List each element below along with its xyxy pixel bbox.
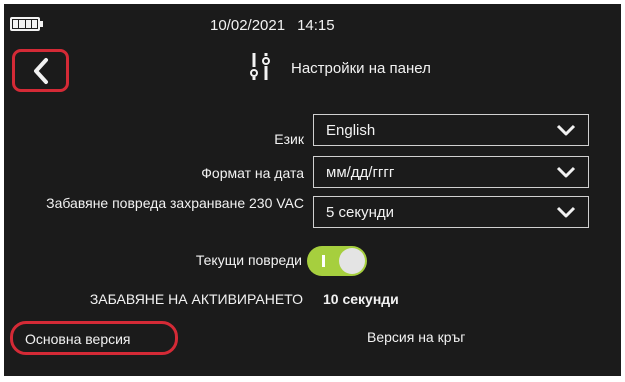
toggle-on-mark xyxy=(322,255,325,267)
circuit-version-label: Версия на кръг xyxy=(367,329,466,345)
activation-delay-label: ЗАБАВЯНЕ НА АКТИВИРАНЕТО xyxy=(89,291,303,307)
page-title: Настройки на панел xyxy=(291,60,431,77)
control-panel-screen: 10/02/2021 14:15 Настройки на панел Език … xyxy=(4,4,621,376)
chevron-down-icon xyxy=(556,206,576,218)
status-datetime: 10/02/2021 14:15 xyxy=(210,17,390,34)
date-format-select[interactable]: мм/дд/гггг xyxy=(313,156,589,188)
circuit-version-button[interactable]: Версия на кръг xyxy=(367,329,465,345)
chevron-left-icon xyxy=(33,57,48,84)
battery-full-icon xyxy=(10,17,43,31)
fault-delay-label: Забавяне повреда захранване 230 VAC xyxy=(46,195,304,211)
toggle-knob xyxy=(339,248,365,274)
language-label: Език xyxy=(274,131,304,147)
date-format-label: Формат на дата xyxy=(201,165,304,181)
fault-delay-select[interactable]: 5 секунди xyxy=(313,196,589,228)
activation-delay-value[interactable]: 10 секунди xyxy=(323,291,399,307)
date-format-value: мм/дд/гггг xyxy=(326,163,395,181)
language-select[interactable]: English xyxy=(313,114,589,146)
sliders-icon xyxy=(250,53,270,80)
language-value: English xyxy=(326,121,376,139)
status-date: 10/02/2021 xyxy=(210,17,286,34)
chevron-down-icon xyxy=(556,166,576,178)
current-faults-label: Текущи повреди xyxy=(195,252,302,268)
chevron-down-icon xyxy=(556,124,576,136)
base-version-button[interactable]: Основна версия xyxy=(10,321,178,355)
status-time: 14:15 xyxy=(297,17,335,34)
current-faults-toggle[interactable] xyxy=(307,246,367,276)
base-version-label: Основна версия xyxy=(25,331,131,347)
fault-delay-value: 5 секунди xyxy=(326,203,394,221)
back-button[interactable] xyxy=(12,49,69,92)
